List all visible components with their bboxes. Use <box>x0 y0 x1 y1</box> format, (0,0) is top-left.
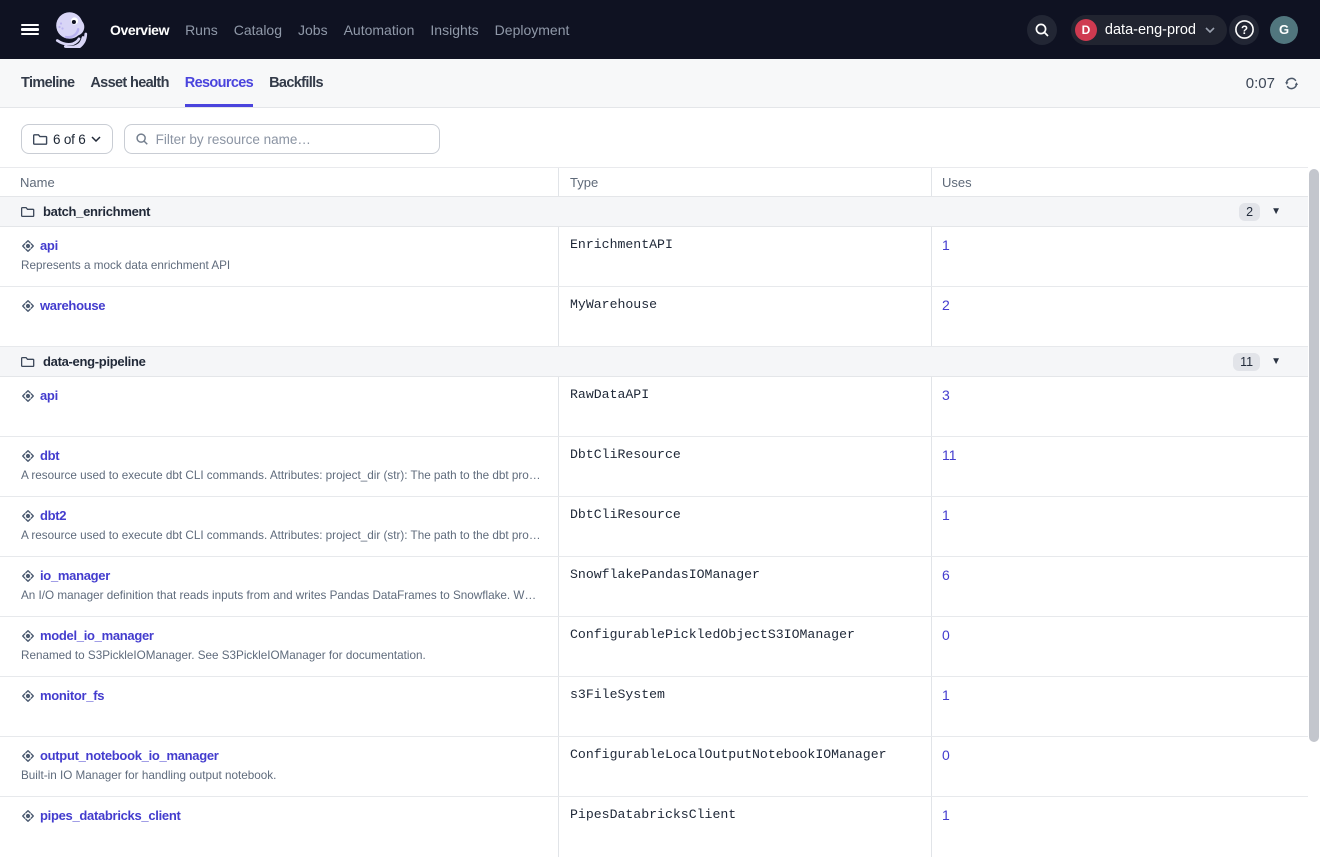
svg-text:?: ? <box>1240 25 1247 37</box>
